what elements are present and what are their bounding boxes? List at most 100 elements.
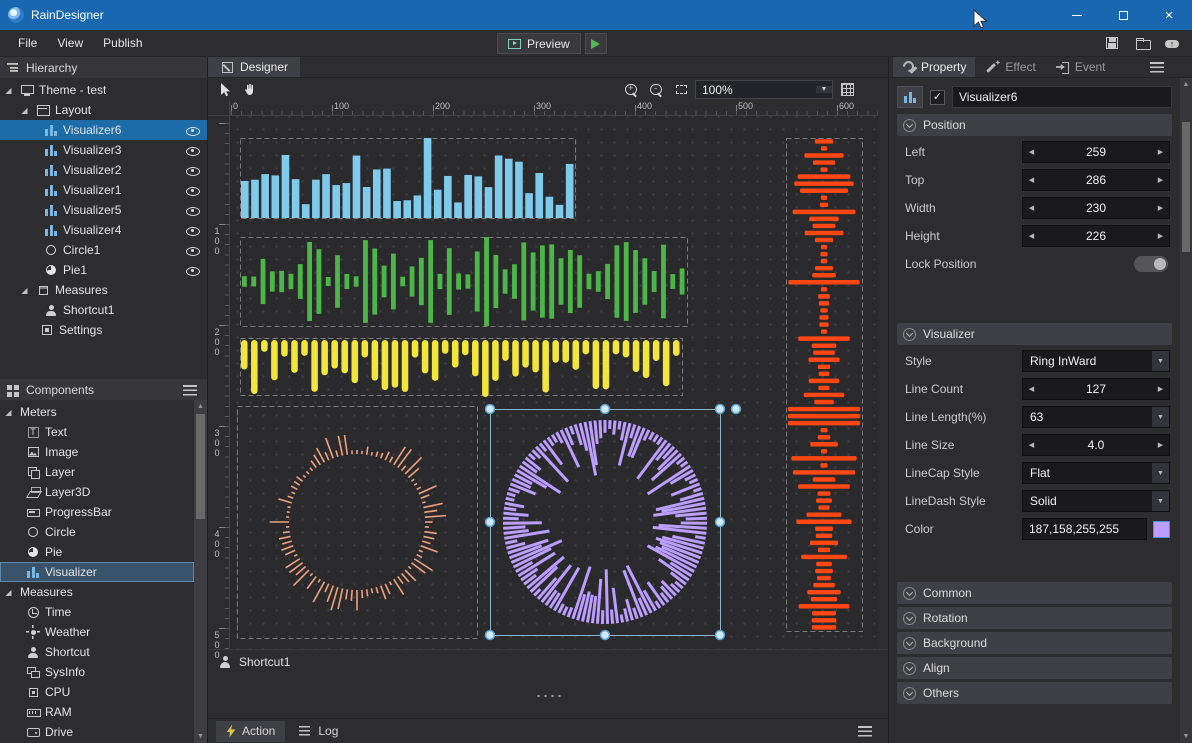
- color-swatch[interactable]: [1153, 521, 1170, 538]
- hierarchy-item-measures[interactable]: ◢Measures: [0, 280, 207, 300]
- components-group-meters[interactable]: ◢Meters: [0, 402, 194, 422]
- visualizer6-ring-purple[interactable]: [486, 405, 741, 640]
- eye-icon[interactable]: [185, 143, 199, 157]
- pill-visualizer-yellow[interactable]: [241, 339, 683, 398]
- section-header-background[interactable]: Background: [897, 632, 1172, 654]
- increment-arrow-icon[interactable]: ▶: [1152, 176, 1169, 184]
- hierarchy-item-settings[interactable]: Settings: [0, 320, 207, 340]
- bar-visualizer-green[interactable]: [241, 237, 688, 327]
- component-item-visualizer[interactable]: Visualizer: [0, 562, 194, 582]
- scroll-up-icon[interactable]: ▲: [197, 402, 204, 411]
- bar-visualizer-blue[interactable]: [241, 138, 576, 219]
- expander-icon[interactable]: ◢: [2, 86, 15, 95]
- tab-property[interactable]: Property: [893, 57, 975, 77]
- component-item-drive[interactable]: Drive: [0, 722, 194, 742]
- decrement-arrow-icon[interactable]: ◀: [1023, 232, 1040, 240]
- maximize-button[interactable]: [1100, 0, 1146, 30]
- menu-icon[interactable]: [858, 724, 872, 738]
- hierarchy-item-visualizer1[interactable]: Visualizer1: [0, 180, 207, 200]
- pointer-tool-button[interactable]: [214, 80, 236, 100]
- meter-name-input[interactable]: [952, 86, 1172, 108]
- stepper-top[interactable]: ◀286▶: [1022, 169, 1170, 191]
- stepper-left[interactable]: ◀259▶: [1022, 141, 1170, 163]
- increment-arrow-icon[interactable]: ▶: [1152, 204, 1169, 212]
- property-scrollbar[interactable]: ▲ ▼: [1180, 78, 1192, 743]
- increment-arrow-icon[interactable]: ▶: [1152, 385, 1169, 393]
- dropdown-line-length[interactable]: 63▼: [1022, 406, 1170, 428]
- eye-icon[interactable]: [185, 243, 199, 257]
- hierarchy-item-visualizer5[interactable]: Visualizer5: [0, 200, 207, 220]
- section-header-align[interactable]: Align: [897, 657, 1172, 679]
- stepper-height[interactable]: ◀226▶: [1022, 225, 1170, 247]
- selection-handle[interactable]: [486, 518, 495, 527]
- component-item-image[interactable]: Image: [0, 442, 194, 462]
- preview-button[interactable]: Preview: [497, 33, 581, 54]
- minimize-button[interactable]: [1054, 0, 1100, 30]
- toggle-lock-position[interactable]: [1134, 256, 1168, 272]
- increment-arrow-icon[interactable]: ▶: [1152, 441, 1169, 449]
- selection-handle[interactable]: [486, 631, 495, 640]
- tab-event[interactable]: Event: [1047, 57, 1115, 77]
- eye-icon[interactable]: [185, 203, 199, 217]
- hierarchy-item-visualizer6[interactable]: Visualizer6: [0, 120, 207, 140]
- component-item-ram[interactable]: RAM: [0, 702, 194, 722]
- eye-icon[interactable]: [185, 263, 199, 277]
- menu-file[interactable]: File: [8, 30, 47, 56]
- section-header-common[interactable]: Common: [897, 582, 1172, 604]
- dropdown-linecap-style[interactable]: Flat▼: [1022, 462, 1170, 484]
- expander-icon[interactable]: ◢: [18, 106, 31, 115]
- hierarchy-item-pie1[interactable]: Pie1: [0, 260, 207, 280]
- pan-tool-button[interactable]: [238, 80, 260, 100]
- stepper-width[interactable]: ◀230▶: [1022, 197, 1170, 219]
- decrement-arrow-icon[interactable]: ◀: [1023, 204, 1040, 212]
- meter-type-button[interactable]: [897, 86, 923, 108]
- component-item-circle[interactable]: Circle: [0, 522, 194, 542]
- increment-arrow-icon[interactable]: ▶: [1152, 232, 1169, 240]
- eye-icon[interactable]: [185, 223, 199, 237]
- expander-icon[interactable]: ◢: [2, 588, 15, 597]
- scrollbar-thumb[interactable]: [196, 414, 205, 519]
- hierarchy-item-theme-test[interactable]: ◢Theme - test: [0, 80, 207, 100]
- zoom-select[interactable]: 100% ▼: [695, 80, 833, 99]
- splitter-grip-icon[interactable]: [535, 694, 561, 698]
- dropdown-style[interactable]: Ring InWard▼: [1022, 350, 1170, 372]
- hierarchy-item-shortcut1[interactable]: Shortcut1: [0, 300, 207, 320]
- design-canvas[interactable]: [230, 116, 878, 649]
- eye-icon[interactable]: [185, 123, 199, 137]
- bottom-splitter[interactable]: [208, 673, 888, 718]
- eye-icon[interactable]: [185, 163, 199, 177]
- tab-log[interactable]: Log: [288, 721, 348, 742]
- component-item-progressbar[interactable]: ProgressBar: [0, 502, 194, 522]
- tab-designer[interactable]: Designer: [208, 57, 300, 77]
- color-value-input[interactable]: [1022, 518, 1147, 540]
- components-group-measures[interactable]: ◢Measures: [0, 582, 194, 602]
- selection-handle[interactable]: [601, 631, 610, 640]
- menu-publish[interactable]: Publish: [93, 30, 152, 56]
- selection-handle[interactable]: [732, 405, 741, 414]
- run-button[interactable]: [585, 33, 607, 54]
- hierarchy-item-visualizer4[interactable]: Visualizer4: [0, 220, 207, 240]
- increment-arrow-icon[interactable]: ▶: [1152, 148, 1169, 156]
- component-item-layer3d[interactable]: Layer3D: [0, 482, 194, 502]
- selection-handle[interactable]: [601, 405, 610, 414]
- zoom-fit-button[interactable]: [670, 80, 692, 100]
- eye-icon[interactable]: [185, 183, 199, 197]
- stepper-line-count[interactable]: ◀127▶: [1022, 378, 1170, 400]
- expander-icon[interactable]: ◢: [18, 286, 31, 295]
- hierarchy-item-layout[interactable]: ◢Layout: [0, 100, 207, 120]
- bar-visualizer-red[interactable]: [787, 139, 863, 632]
- selection-handle[interactable]: [486, 405, 495, 414]
- stepper-line-size[interactable]: ◀4.0▶: [1022, 434, 1170, 456]
- decrement-arrow-icon[interactable]: ◀: [1023, 176, 1040, 184]
- scroll-down-icon[interactable]: ▼: [1183, 732, 1190, 741]
- grid-toggle-button[interactable]: [836, 80, 858, 100]
- hierarchy-item-visualizer3[interactable]: Visualizer3: [0, 140, 207, 160]
- decrement-arrow-icon[interactable]: ◀: [1023, 148, 1040, 156]
- dropdown-linedash-style[interactable]: Solid▼: [1022, 490, 1170, 512]
- cloud-upload-button[interactable]: [1160, 32, 1184, 54]
- menu-icon[interactable]: [1150, 60, 1164, 74]
- component-item-weather[interactable]: Weather: [0, 622, 194, 642]
- open-folder-button[interactable]: [1130, 32, 1154, 54]
- hierarchy-item-circle1[interactable]: Circle1: [0, 240, 207, 260]
- component-item-shortcut[interactable]: Shortcut: [0, 642, 194, 662]
